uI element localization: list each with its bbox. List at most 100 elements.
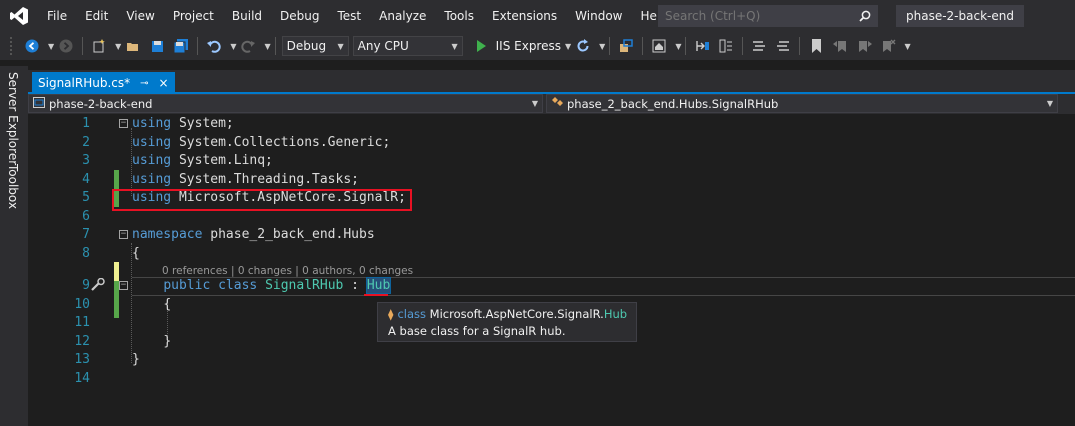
line-number: 13 bbox=[74, 352, 90, 367]
solution-configuration-dropdown[interactable]: Debug ▼ bbox=[281, 36, 349, 56]
previous-bookmark-icon[interactable] bbox=[830, 35, 850, 57]
menu-test[interactable]: Test bbox=[328, 0, 370, 32]
menu-project[interactable]: Project bbox=[164, 0, 223, 32]
standard-toolbar: ▼ ▼ ▼ ▼ Debug ▼ Any CPU ▼ IIS Express ▼ … bbox=[0, 32, 1075, 60]
chevron-down-icon: ▼ bbox=[531, 99, 538, 108]
open-folder-icon[interactable] bbox=[123, 35, 143, 57]
toolbar-separator bbox=[642, 37, 644, 55]
quick-actions-screwdriver-icon[interactable] bbox=[90, 277, 106, 296]
chevron-down-icon: ▼ bbox=[451, 41, 458, 51]
comment-lines-icon[interactable] bbox=[749, 35, 769, 57]
annotation-highlight-box bbox=[112, 189, 412, 211]
menu-edit[interactable]: Edit bbox=[76, 0, 117, 32]
undo-dropdown-icon[interactable]: ▼ bbox=[230, 42, 236, 51]
search-box[interactable] bbox=[658, 5, 878, 27]
run-target-label[interactable]: IIS Express bbox=[496, 39, 561, 53]
browser-link-icon[interactable] bbox=[616, 35, 636, 57]
home-icon[interactable] bbox=[649, 35, 669, 57]
code-editor[interactable]: − − − 1 using System; 2 using System.Col… bbox=[28, 114, 1075, 426]
bookmark-icon[interactable] bbox=[806, 35, 826, 57]
toolbar-separator bbox=[197, 37, 199, 55]
menu-bar: File Edit View Project Build Debug Test … bbox=[0, 0, 1075, 32]
code-line: 14 bbox=[28, 370, 1075, 389]
toolbar-overflow-icon[interactable]: ▼ bbox=[904, 42, 910, 51]
toolbar-separator bbox=[799, 37, 801, 55]
tab-signalrhub-cs[interactable]: SignalRHub.cs* ⊸ × bbox=[32, 72, 175, 94]
project-dropdown[interactable]: phase-2-back-end ▼ bbox=[28, 94, 543, 113]
undo-icon[interactable] bbox=[204, 35, 224, 57]
quick-info-tooltip: ⧫ class Microsoft.AspNetCore.SignalR.Hub … bbox=[377, 302, 637, 342]
step-into-icon[interactable] bbox=[692, 35, 712, 57]
line-number: 7 bbox=[82, 227, 90, 242]
menu-file[interactable]: File bbox=[38, 0, 76, 32]
line-number: 12 bbox=[74, 333, 90, 349]
code-line: 1 using System; bbox=[28, 115, 1075, 134]
class-icon: ⧫ bbox=[388, 308, 394, 321]
save-icon[interactable] bbox=[147, 35, 167, 57]
tooltip-signature: ⧫ class Microsoft.AspNetCore.SignalR.Hub bbox=[388, 307, 628, 321]
line-number: 10 bbox=[74, 296, 90, 312]
menu-extensions[interactable]: Extensions bbox=[483, 0, 566, 32]
pin-tab-icon[interactable]: ⊸ bbox=[140, 78, 148, 89]
toolbar-separator bbox=[274, 37, 276, 55]
search-input[interactable] bbox=[665, 9, 845, 23]
refresh-dropdown-icon[interactable]: ▼ bbox=[599, 42, 605, 51]
code-text: using System.Threading.Tasks; bbox=[132, 171, 359, 187]
code-text: } bbox=[132, 352, 140, 367]
next-bookmark-icon[interactable] bbox=[854, 35, 874, 57]
type-dropdown-value: phase_2_back_end.Hubs.SignalRHub bbox=[567, 96, 779, 111]
line-number: 8 bbox=[82, 245, 90, 261]
solution-configuration-value: Debug bbox=[286, 39, 327, 53]
type-dropdown[interactable]: phase_2_back_end.Hubs.SignalRHub ▼ bbox=[546, 94, 1058, 113]
redo-icon[interactable] bbox=[238, 35, 258, 57]
toolbar-separator bbox=[742, 37, 744, 55]
new-project-dropdown-icon[interactable]: ▼ bbox=[115, 42, 121, 51]
start-debugging-play-icon[interactable] bbox=[471, 35, 491, 57]
code-text: { bbox=[163, 296, 172, 312]
toolbar-separator bbox=[685, 37, 687, 55]
menu-debug[interactable]: Debug bbox=[271, 0, 328, 32]
menu-tools[interactable]: Tools bbox=[435, 0, 483, 32]
clear-bookmarks-icon[interactable] bbox=[878, 35, 898, 57]
menu-view[interactable]: View bbox=[117, 0, 163, 32]
line-number: 6 bbox=[82, 208, 90, 224]
hub-symbol-highlight[interactable]: Hub bbox=[365, 277, 392, 294]
error-squiggle bbox=[364, 294, 388, 296]
navigate-back-icon[interactable] bbox=[22, 35, 42, 57]
toolbox-tab[interactable]: Toolbox bbox=[6, 164, 20, 209]
code-line: 3 using System.Linq; bbox=[28, 152, 1075, 171]
project-dropdown-value: phase-2-back-end bbox=[49, 96, 153, 111]
line-number: 3 bbox=[82, 153, 90, 168]
menu-analyze[interactable]: Analyze bbox=[370, 0, 435, 32]
code-text: using System.Collections.Generic; bbox=[132, 134, 391, 150]
document-outline-icon[interactable] bbox=[716, 35, 736, 57]
server-explorer-tab[interactable]: Server Explorer bbox=[6, 72, 20, 165]
close-tab-icon[interactable]: × bbox=[159, 76, 169, 90]
document-tab-strip: SignalRHub.cs* ⊸ × bbox=[28, 70, 1075, 94]
save-all-icon[interactable] bbox=[171, 35, 191, 57]
toolbar-grip[interactable] bbox=[10, 37, 14, 55]
menu-window[interactable]: Window bbox=[566, 0, 631, 32]
line-number: 14 bbox=[74, 370, 90, 386]
line-number: 9 bbox=[82, 278, 90, 293]
codelens-indicator[interactable]: 0 references | 0 changes | 0 authors, 0 … bbox=[162, 265, 413, 277]
code-line: 7 namespace phase_2_back_end.Hubs bbox=[28, 226, 1075, 245]
navigate-forward-icon[interactable] bbox=[56, 35, 76, 57]
line-number: 2 bbox=[82, 134, 90, 150]
uncomment-lines-icon[interactable] bbox=[773, 35, 793, 57]
toolbar-separator bbox=[82, 37, 84, 55]
redo-dropdown-icon[interactable]: ▼ bbox=[264, 42, 270, 51]
tab-title: SignalRHub.cs* bbox=[38, 76, 131, 90]
navigate-back-dropdown-icon[interactable]: ▼ bbox=[48, 42, 54, 51]
chevron-down-icon: ▼ bbox=[1046, 99, 1053, 108]
visual-studio-logo-icon[interactable] bbox=[0, 0, 38, 32]
home-dropdown-icon[interactable]: ▼ bbox=[675, 42, 681, 51]
menu-build[interactable]: Build bbox=[223, 0, 271, 32]
new-project-icon[interactable] bbox=[89, 35, 109, 57]
code-text: public class SignalRHub : Hub bbox=[163, 277, 392, 294]
line-number: 5 bbox=[82, 190, 90, 205]
run-target-dropdown-icon[interactable]: ▼ bbox=[565, 42, 571, 51]
refresh-icon[interactable] bbox=[573, 35, 593, 57]
class-icon bbox=[551, 96, 563, 111]
solution-platform-dropdown[interactable]: Any CPU ▼ bbox=[352, 36, 463, 56]
